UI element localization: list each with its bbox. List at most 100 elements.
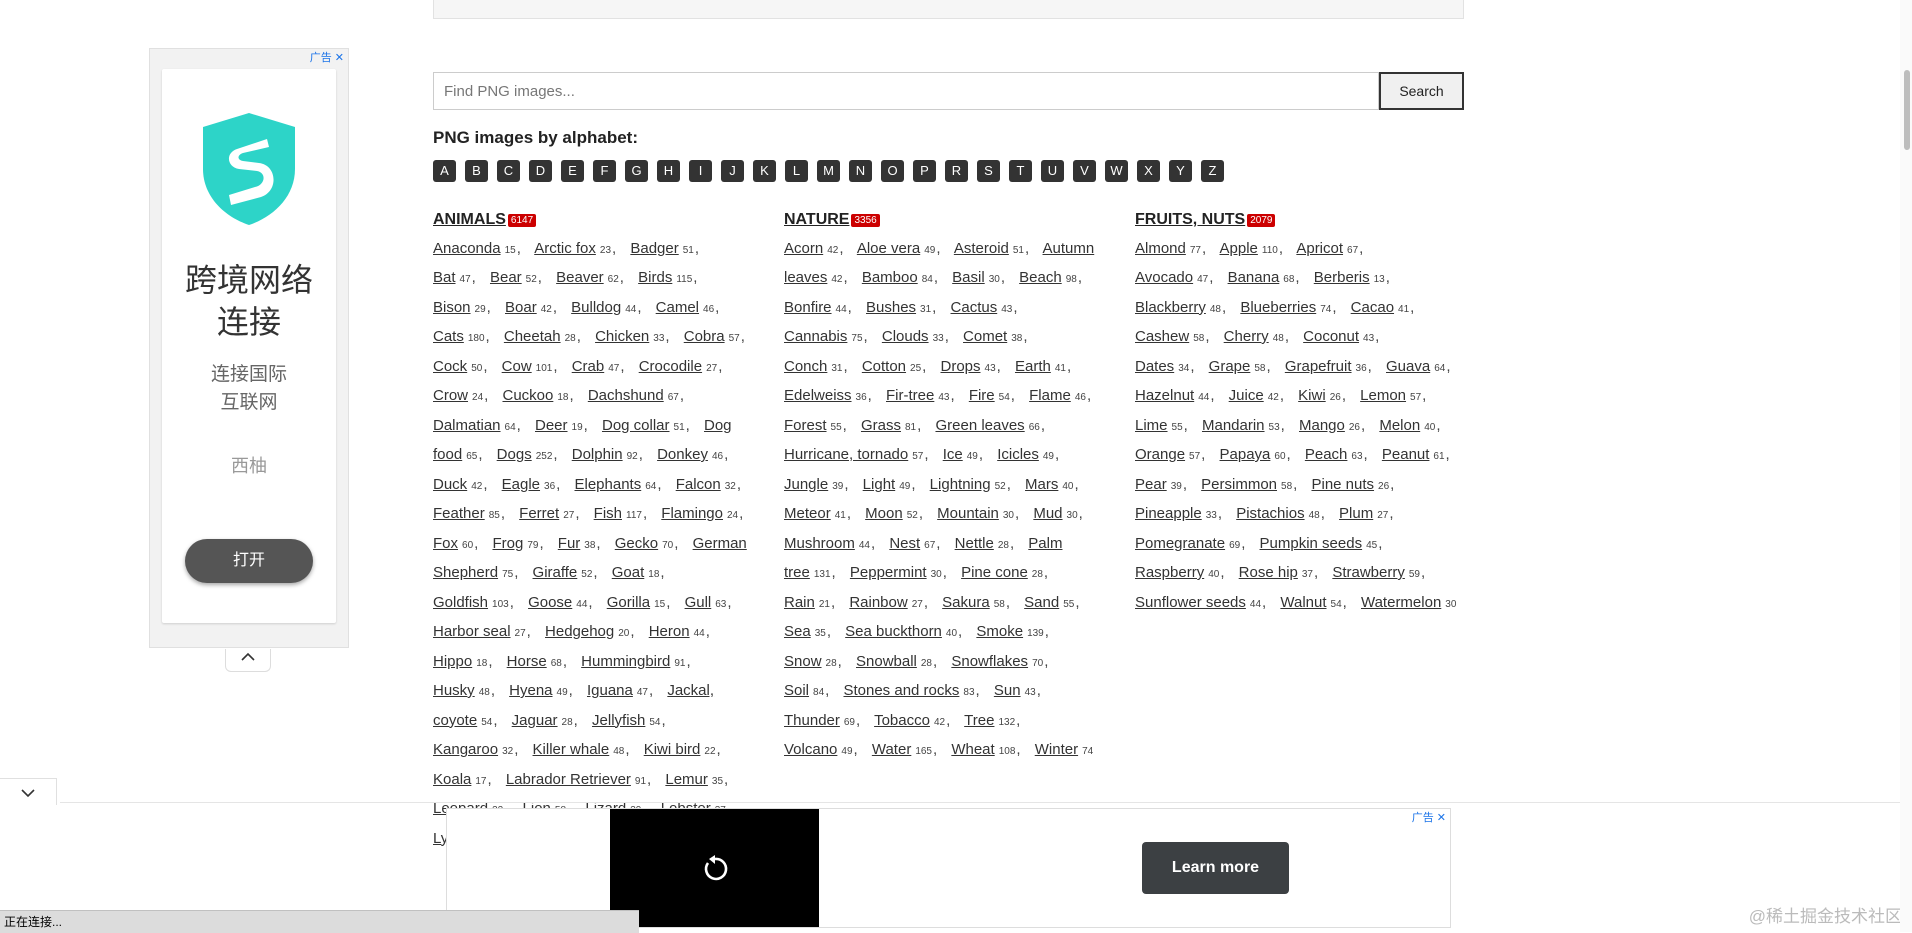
letter-o-button[interactable]: O	[881, 160, 904, 182]
learn-more-button[interactable]: Learn more	[1142, 842, 1289, 894]
category-item-link[interactable]: Iguana	[587, 682, 633, 699]
category-item-link[interactable]: Sea buckthorn	[845, 623, 942, 640]
category-item-link[interactable]: Flamingo	[661, 505, 723, 522]
category-item-link[interactable]: Koala	[433, 771, 471, 788]
category-item-link[interactable]: Wheat	[951, 741, 994, 758]
ad-video[interactable]	[610, 809, 819, 927]
scrollbar[interactable]	[1900, 0, 1912, 932]
category-item-link[interactable]: Edelweiss	[784, 387, 852, 404]
category-heading[interactable]: FRUITS, NUTS	[1135, 211, 1245, 228]
category-item-link[interactable]: Sand	[1024, 594, 1059, 611]
replay-icon[interactable]	[700, 854, 730, 884]
category-item-link[interactable]: Earth	[1015, 358, 1051, 375]
category-item-link[interactable]: Thunder	[784, 712, 840, 729]
category-item-link[interactable]: Watermelon	[1361, 594, 1441, 611]
category-item-link[interactable]: Sunflower seeds	[1135, 594, 1246, 611]
category-item-link[interactable]: Beaver	[556, 269, 604, 286]
category-item-link[interactable]: Grape	[1209, 358, 1251, 375]
letter-h-button[interactable]: H	[657, 160, 680, 182]
category-item-link[interactable]: Apple	[1220, 240, 1258, 257]
category-item-link[interactable]: Kiwi	[1298, 387, 1326, 404]
category-item-link[interactable]: Snowball	[856, 653, 917, 670]
category-item-link[interactable]: Mars	[1025, 476, 1058, 493]
category-item-link[interactable]: Pine nuts	[1311, 476, 1374, 493]
category-item-link[interactable]: Coconut	[1303, 328, 1359, 345]
category-item-link[interactable]: Cats	[433, 328, 464, 345]
category-item-link[interactable]: Bamboo	[862, 269, 918, 286]
letter-u-button[interactable]: U	[1041, 160, 1064, 182]
category-item-link[interactable]: Deer	[535, 417, 568, 434]
category-item-link[interactable]: Killer whale	[533, 741, 610, 758]
category-item-link[interactable]: Horse	[507, 653, 547, 670]
category-item-link[interactable]: Gecko	[615, 535, 658, 552]
category-item-link[interactable]: Conch	[784, 358, 827, 375]
category-item-link[interactable]: Flame	[1029, 387, 1071, 404]
category-item-link[interactable]: Plum	[1339, 505, 1373, 522]
category-item-link[interactable]: Mud	[1033, 505, 1062, 522]
category-item-link[interactable]: Melon	[1379, 417, 1420, 434]
category-item-link[interactable]: Juice	[1229, 387, 1264, 404]
search-button[interactable]: Search	[1379, 72, 1464, 110]
ad-label[interactable]: 广告 ✕	[1412, 809, 1446, 825]
category-item-link[interactable]: Duck	[433, 476, 467, 493]
category-item-link[interactable]: Papaya	[1220, 446, 1271, 463]
category-item-link[interactable]: Beach	[1019, 269, 1062, 286]
category-item-link[interactable]: Gull	[685, 594, 712, 611]
category-item-link[interactable]: Bulldog	[571, 299, 621, 316]
category-item-link[interactable]: Mountain	[937, 505, 999, 522]
category-item-link[interactable]: Mushroom	[784, 535, 855, 552]
category-item-link[interactable]: Lemon	[1360, 387, 1406, 404]
category-item-link[interactable]: Almond	[1135, 240, 1186, 257]
category-item-link[interactable]: Lightning	[930, 476, 991, 493]
left-ad[interactable]: 广告 ✕ 跨境网络 连接 连接国际 互联网 西柚 打开	[149, 48, 349, 672]
category-item-link[interactable]: Goat	[612, 564, 645, 581]
category-item-link[interactable]: Blueberries	[1240, 299, 1316, 316]
category-item-link[interactable]: Walnut	[1280, 594, 1326, 611]
category-item-link[interactable]: Moon	[865, 505, 903, 522]
category-item-link[interactable]: Peppermint	[850, 564, 927, 581]
category-item-link[interactable]: Cherry	[1224, 328, 1269, 345]
category-item-link[interactable]: Crocodile	[639, 358, 702, 375]
category-item-link[interactable]: Dolphin	[572, 446, 623, 463]
category-item-link[interactable]: Hippo	[433, 653, 472, 670]
search-input[interactable]	[433, 72, 1379, 110]
category-item-link[interactable]: Anaconda	[433, 240, 501, 257]
category-item-link[interactable]: Pumpkin seeds	[1260, 535, 1363, 552]
category-item-link[interactable]: Fir-tree	[886, 387, 934, 404]
category-item-link[interactable]: Bonfire	[784, 299, 832, 316]
category-item-link[interactable]: Hyena	[509, 682, 552, 699]
letter-x-button[interactable]: X	[1137, 160, 1160, 182]
category-item-link[interactable]: Lemur	[665, 771, 708, 788]
category-item-link[interactable]: Bear	[490, 269, 522, 286]
category-item-link[interactable]: Dogs	[497, 446, 532, 463]
category-item-link[interactable]: Grapefruit	[1285, 358, 1352, 375]
category-item-link[interactable]: Sea	[784, 623, 811, 640]
category-item-link[interactable]: Nettle	[955, 535, 994, 552]
letter-k-button[interactable]: K	[753, 160, 776, 182]
category-item-link[interactable]: Ice	[943, 446, 963, 463]
category-item-link[interactable]: Ferret	[519, 505, 559, 522]
category-item-link[interactable]: Mango	[1299, 417, 1345, 434]
category-item-link[interactable]: Cannabis	[784, 328, 847, 345]
category-item-link[interactable]: Fish	[594, 505, 622, 522]
category-item-link[interactable]: Dates	[1135, 358, 1174, 375]
expand-tab[interactable]	[0, 778, 57, 805]
category-item-link[interactable]: Avocado	[1135, 269, 1193, 286]
category-item-link[interactable]: Donkey	[657, 446, 708, 463]
letter-w-button[interactable]: W	[1105, 160, 1128, 182]
category-item-link[interactable]: Jellyfish	[592, 712, 645, 729]
letter-n-button[interactable]: N	[849, 160, 872, 182]
category-item-link[interactable]: Feather	[433, 505, 485, 522]
category-item-link[interactable]: Bushes	[866, 299, 916, 316]
category-item-link[interactable]: Jungle	[784, 476, 828, 493]
category-item-link[interactable]: Basil	[952, 269, 985, 286]
category-item-link[interactable]: Asteroid	[954, 240, 1009, 257]
category-item-link[interactable]: Comet	[963, 328, 1007, 345]
category-item-link[interactable]: Cacao	[1351, 299, 1394, 316]
category-item-link[interactable]: Giraffe	[533, 564, 578, 581]
category-item-link[interactable]: Blackberry	[1135, 299, 1206, 316]
category-item-link[interactable]: Peanut	[1382, 446, 1430, 463]
category-item-link[interactable]: Fire	[969, 387, 995, 404]
category-item-link[interactable]: Peach	[1305, 446, 1348, 463]
category-item-link[interactable]: Light	[863, 476, 896, 493]
